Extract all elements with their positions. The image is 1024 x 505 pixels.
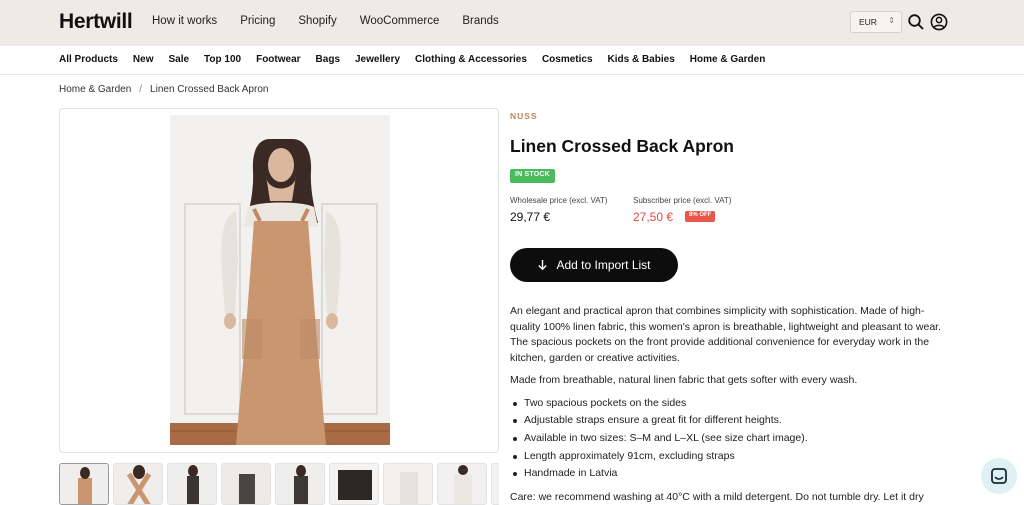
stock-badge: IN STOCK: [510, 169, 555, 183]
subscriber-price: 27,50 €: [633, 210, 674, 224]
chat-icon: [991, 468, 1007, 484]
nav-woocommerce[interactable]: WooCommerce: [360, 15, 440, 27]
main-nav: How it works Pricing Shopify WooCommerce…: [152, 15, 522, 27]
description-paragraph: An elegant and practical apron that comb…: [510, 305, 942, 364]
nav-shopify[interactable]: Shopify: [298, 15, 336, 27]
feature-item: Available in two sizes: S–M and L–XL (se…: [510, 431, 950, 447]
breadcrumb-separator: /: [139, 84, 143, 95]
feature-list: Two spacious pockets on the sides Adjust…: [510, 396, 950, 482]
nav-brands[interactable]: Brands: [462, 15, 498, 27]
feature-item: Adjustable straps ensure a great fit for…: [510, 413, 950, 429]
thumbnail-3[interactable]: [167, 463, 217, 505]
thumbnail-9[interactable]: [491, 463, 499, 505]
discount-badge: 8% OFF: [685, 211, 716, 222]
category-bags[interactable]: Bags: [316, 54, 340, 65]
category-nav: All Products New Sale Top 100 Footwear B…: [0, 46, 1024, 75]
feature-item: Two spacious pockets on the sides: [510, 396, 950, 412]
import-button-label: Add to Import List: [556, 258, 651, 272]
arrow-down-icon: [538, 260, 548, 271]
category-all-products[interactable]: All Products: [59, 54, 118, 65]
thumbnail-4[interactable]: [221, 463, 271, 505]
description-paragraph: Made from breathable, natural linen fabr…: [510, 374, 858, 386]
breadcrumb-parent[interactable]: Home & Garden: [59, 84, 131, 95]
thumbnail-strip: [59, 463, 499, 505]
category-clothing-accessories[interactable]: Clothing & Accessories: [415, 54, 527, 65]
account-icon[interactable]: [930, 13, 948, 31]
category-sale[interactable]: Sale: [168, 54, 189, 65]
currency-value: EUR: [859, 17, 877, 27]
category-kids-babies[interactable]: Kids & Babies: [608, 54, 675, 65]
product-brand[interactable]: NUSS: [510, 111, 538, 121]
thumbnail-2[interactable]: [113, 463, 163, 505]
wholesale-price-label: Wholesale price (excl. VAT): [510, 196, 608, 205]
search-icon[interactable]: [907, 13, 925, 31]
chat-widget-button[interactable]: [981, 458, 1017, 494]
nav-how-it-works[interactable]: How it works: [152, 15, 217, 27]
feature-item: Length approximately 91cm, excluding str…: [510, 449, 950, 465]
apron-model-photo: [170, 115, 390, 445]
product-description: An elegant and practical apron that comb…: [510, 304, 950, 505]
breadcrumb: Home & Garden / Linen Crossed Back Apron: [59, 84, 268, 95]
category-new[interactable]: New: [133, 54, 154, 65]
top-header: Hertwill How it works Pricing Shopify Wo…: [0, 0, 1024, 46]
currency-select[interactable]: EUR ⇕: [850, 11, 902, 33]
chevron-updown-icon: ⇕: [888, 16, 895, 25]
care-instructions: Care: we recommend washing at 40°C with …: [510, 490, 924, 503]
feature-item: Handmade in Latvia: [510, 466, 950, 482]
thumbnail-5[interactable]: [275, 463, 325, 505]
category-home-garden[interactable]: Home & Garden: [690, 54, 766, 65]
site-logo[interactable]: Hertwill: [59, 10, 133, 34]
product-title: Linen Crossed Back Apron: [510, 136, 734, 156]
product-main-image[interactable]: [59, 108, 499, 453]
category-top-100[interactable]: Top 100: [204, 54, 241, 65]
category-footwear[interactable]: Footwear: [256, 54, 300, 65]
thumbnail-6[interactable]: [329, 463, 379, 505]
breadcrumb-current: Linen Crossed Back Apron: [150, 84, 269, 95]
nav-pricing[interactable]: Pricing: [240, 15, 275, 27]
thumbnail-8[interactable]: [437, 463, 487, 505]
category-jewellery[interactable]: Jewellery: [355, 54, 400, 65]
add-to-import-list-button[interactable]: Add to Import List: [510, 248, 678, 282]
thumbnail-7[interactable]: [383, 463, 433, 505]
subscriber-price-label: Subscriber price (excl. VAT): [633, 196, 732, 205]
wholesale-price: 29,77 €: [510, 210, 551, 224]
category-cosmetics[interactable]: Cosmetics: [542, 54, 593, 65]
thumbnail-1[interactable]: [59, 463, 109, 505]
